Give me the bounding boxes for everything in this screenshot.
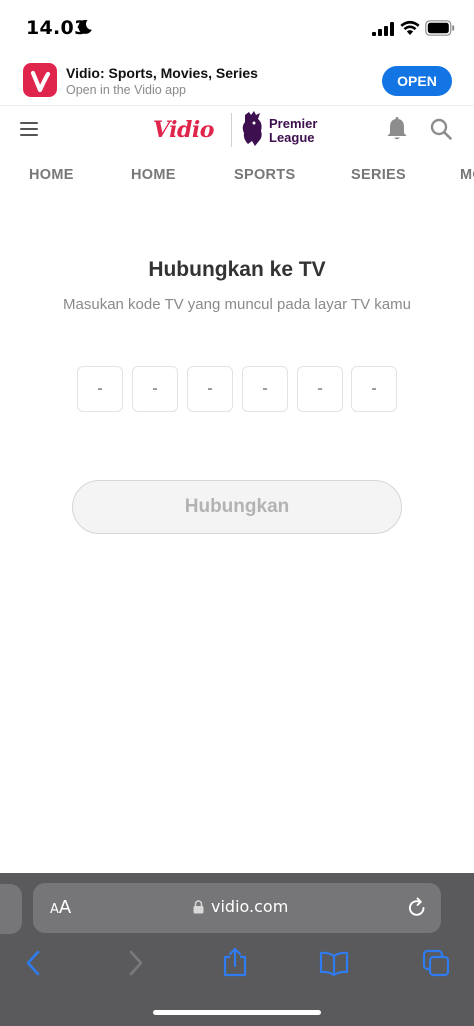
page-description: Masukan kode TV yang muncul pada layar T… bbox=[63, 296, 411, 313]
share-icon[interactable] bbox=[222, 947, 248, 977]
bell-icon[interactable] bbox=[386, 117, 408, 141]
tab-movies[interactable]: MOVIES bbox=[460, 167, 474, 183]
site-header: Vidio Premier League bbox=[0, 106, 474, 152]
connect-button[interactable]: Hubungkan bbox=[72, 480, 402, 534]
tv-code-digit-3[interactable]: - bbox=[187, 366, 233, 412]
vidio-wordmark: Vidio bbox=[153, 117, 214, 143]
browser-toolbar: AA vidio.com bbox=[0, 873, 474, 1026]
app-banner-title: Vidio: Sports, Movies, Series bbox=[66, 65, 258, 81]
brand-logo[interactable]: Vidio Premier League bbox=[153, 111, 323, 149]
moon-icon bbox=[78, 19, 92, 34]
forward-icon[interactable] bbox=[127, 949, 145, 977]
back-icon[interactable] bbox=[24, 949, 42, 977]
premier-league-wordmark: Premier League bbox=[269, 117, 317, 145]
vidio-app-logo bbox=[23, 63, 57, 97]
battery-icon bbox=[425, 20, 455, 36]
open-app-button[interactable]: OPEN bbox=[382, 66, 452, 96]
tv-code-digit-2[interactable]: - bbox=[132, 366, 178, 412]
home-indicator bbox=[153, 1010, 321, 1015]
signal-icon bbox=[372, 22, 394, 36]
bookmarks-icon[interactable] bbox=[319, 949, 349, 977]
url-text: vidio.com bbox=[211, 897, 289, 916]
tabs-icon[interactable] bbox=[422, 949, 450, 977]
premier-league-line1: Premier bbox=[269, 116, 318, 131]
aa-small: A bbox=[50, 902, 59, 917]
lock-icon bbox=[193, 900, 204, 914]
tv-code-digit-1[interactable]: - bbox=[77, 366, 123, 412]
address-bar[interactable]: AA vidio.com bbox=[33, 883, 441, 933]
tv-code-digit-4[interactable]: - bbox=[242, 366, 288, 412]
tab-home-2[interactable]: HOME bbox=[131, 167, 176, 183]
tv-code-digit-5[interactable]: - bbox=[297, 366, 343, 412]
page-title: Hubungkan ke TV bbox=[148, 258, 326, 281]
status-bar: 14.03 bbox=[0, 0, 474, 56]
reload-icon[interactable] bbox=[407, 897, 427, 919]
wifi-icon bbox=[400, 20, 420, 35]
tab-home-1[interactable]: HOME bbox=[29, 167, 74, 183]
menu-icon[interactable] bbox=[20, 122, 38, 136]
search-icon[interactable] bbox=[430, 118, 452, 140]
category-nav: HOME HOME SPORTS SERIES MOVIES bbox=[0, 152, 474, 198]
aa-big: A bbox=[58, 897, 72, 918]
app-banner-subtitle: Open in the Vidio app bbox=[66, 83, 187, 97]
premier-league-line2: League bbox=[269, 130, 315, 145]
tab-sports[interactable]: SPORTS bbox=[234, 167, 295, 183]
smart-app-banner: Vidio: Sports, Movies, Series Open in th… bbox=[0, 56, 474, 106]
tab-series[interactable]: SERIES bbox=[351, 167, 406, 183]
reader-aa-button[interactable]: AA bbox=[50, 897, 71, 918]
premier-league-lion-icon bbox=[242, 111, 262, 146]
previous-tab-preview[interactable] bbox=[0, 884, 22, 934]
tv-code-digit-6[interactable]: - bbox=[351, 366, 397, 412]
connect-tv-panel: Hubungkan ke TV Masukan kode TV yang mun… bbox=[0, 198, 474, 873]
brand-divider bbox=[231, 113, 232, 147]
